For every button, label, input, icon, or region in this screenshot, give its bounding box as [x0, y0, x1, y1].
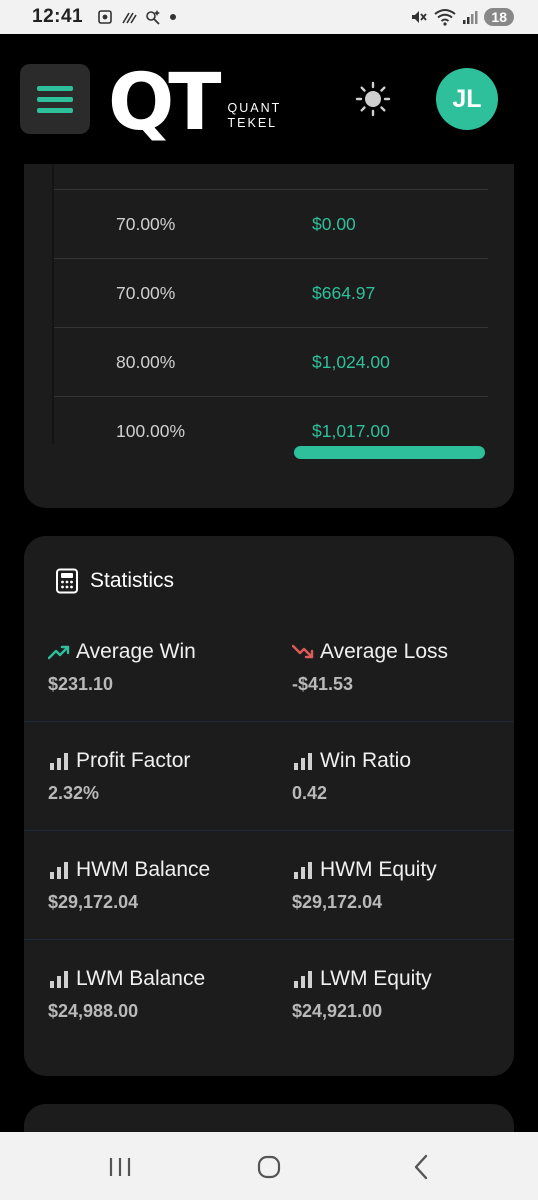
stat-row: LWM Balance $24,988.00 LWM Equity $24,92… [24, 967, 514, 1076]
menu-icon-bar [37, 107, 73, 113]
status-time: 12:41 [32, 6, 84, 27]
statistics-card: Statistics Average Win $231.10 Average L… [24, 536, 514, 1076]
stat-value: $231.10 [48, 674, 114, 694]
stat-label: HWM Balance [76, 858, 211, 881]
home-button[interactable] [254, 1152, 284, 1182]
stat-label: LWM Balance [76, 967, 206, 990]
search-sparkle-icon [146, 10, 161, 25]
stat-label: Average Win [76, 640, 196, 663]
stat-win-ratio: Win Ratio 0.42 [292, 749, 411, 804]
logo-text: QUANT TEKEL [228, 101, 282, 131]
stat-label: Profit Factor [76, 749, 191, 772]
mute-icon [412, 11, 428, 23]
bar-chart-icon [292, 968, 314, 990]
next-card [24, 1104, 514, 1132]
menu-button[interactable] [20, 64, 90, 134]
back-button[interactable] [406, 1152, 436, 1182]
battery-badge: 18 [484, 8, 514, 26]
system-nav-bar [0, 1132, 538, 1200]
table-cell-percent: 70.00% [116, 282, 176, 303]
table-cell-amount: $1,017.00 [312, 420, 390, 441]
scroll-area[interactable]: 70.00% $0.00 70.00% $664.97 80.00% $1,02… [0, 164, 538, 1132]
status-bar: 12:41 18 [0, 0, 538, 34]
stat-row: Average Win $231.10 Average Loss -$41.53 [24, 640, 514, 749]
avatar[interactable]: JL [436, 68, 498, 130]
menu-icon-bar [37, 96, 73, 102]
stat-value: 0.42 [292, 783, 328, 803]
stat-value: 2.32% [48, 783, 100, 803]
stat-row: HWM Balance $29,172.04 HWM Equity $29,17… [24, 858, 514, 967]
app-header: QT QUANT TEKEL JL [0, 34, 538, 164]
logo[interactable]: QT QUANT TEKEL [108, 64, 281, 142]
recents-icon [109, 1158, 131, 1176]
table-cell-amount: $1,024.00 [312, 351, 390, 372]
stat-label: HWM Equity [320, 858, 437, 881]
stat-divider [24, 721, 514, 722]
table-cell-amount: $664.97 [312, 282, 376, 303]
stat-value: $29,172.04 [292, 892, 383, 912]
stat-divider [24, 830, 514, 831]
stat-profit-factor: Profit Factor 2.32% [48, 749, 190, 804]
stat-value: -$41.53 [292, 674, 354, 694]
stat-lwm-equity: LWM Equity $24,921.00 [292, 967, 432, 1022]
trend-up-icon [48, 641, 70, 663]
theme-toggle-button[interactable] [354, 80, 392, 118]
stat-hwm-equity: HWM Equity $29,172.04 [292, 858, 437, 913]
signal-lines-icon [122, 12, 137, 24]
table-cell-percent: 80.00% [116, 351, 176, 372]
stat-label: Average Loss [320, 640, 449, 663]
wifi-icon [434, 9, 457, 26]
home-icon [257, 1155, 281, 1179]
notification-icons [97, 9, 177, 25]
stat-label: LWM Equity [320, 967, 432, 990]
bar-chart-icon [48, 859, 70, 881]
screenshot-icon [98, 10, 112, 24]
table-row: 70.00% $664.97 [54, 258, 488, 327]
bar-chart-icon [48, 968, 70, 990]
menu-icon-bar [37, 85, 73, 91]
logo-text-line1: QUANT [227, 101, 282, 115]
bar-chart-icon [292, 750, 314, 772]
stat-hwm-balance: HWM Balance $29,172.04 [48, 858, 210, 913]
stat-divider [24, 939, 514, 940]
table-cell-amount: $0.00 [312, 213, 356, 234]
stat-average-loss: Average Loss -$41.53 [292, 640, 448, 695]
back-icon [414, 1154, 428, 1180]
results-table[interactable]: 70.00% $0.00 70.00% $664.97 80.00% $1,02… [52, 164, 488, 444]
table-cell-percent: 70.00% [116, 213, 176, 234]
bar-chart-icon [48, 750, 70, 772]
table-row: 80.00% $1,024.00 [54, 327, 488, 396]
table-row: 70.00% $0.00 [54, 189, 488, 258]
stat-value: $29,172.04 [48, 892, 139, 912]
logo-mark: QT [108, 58, 221, 148]
calculator-icon [56, 568, 78, 594]
statistics-title: Statistics [90, 569, 175, 592]
stat-label: Win Ratio [320, 749, 412, 772]
cell-signal-icon [463, 11, 478, 24]
stat-value: $24,988.00 [48, 1001, 139, 1021]
stat-lwm-balance: LWM Balance $24,988.00 [48, 967, 205, 1022]
table-horizontal-scrollbar[interactable] [294, 446, 485, 459]
dot-icon [170, 14, 177, 20]
logo-text-line2: TEKEL [227, 116, 278, 130]
results-table-card: 70.00% $0.00 70.00% $664.97 80.00% $1,02… [24, 164, 514, 508]
recents-button[interactable] [105, 1152, 135, 1182]
table-cell-percent: 100.00% [116, 420, 186, 441]
status-right: 18 [410, 8, 514, 26]
sun-icon [355, 81, 391, 117]
stat-row: Profit Factor 2.32% Win Ratio 0.42 [24, 749, 514, 858]
trend-down-icon [292, 641, 314, 663]
stat-value: $24,921.00 [292, 1001, 383, 1021]
stat-average-win: Average Win $231.10 [48, 640, 196, 695]
statistics-header: Statistics [54, 568, 174, 594]
bar-chart-icon [292, 859, 314, 881]
